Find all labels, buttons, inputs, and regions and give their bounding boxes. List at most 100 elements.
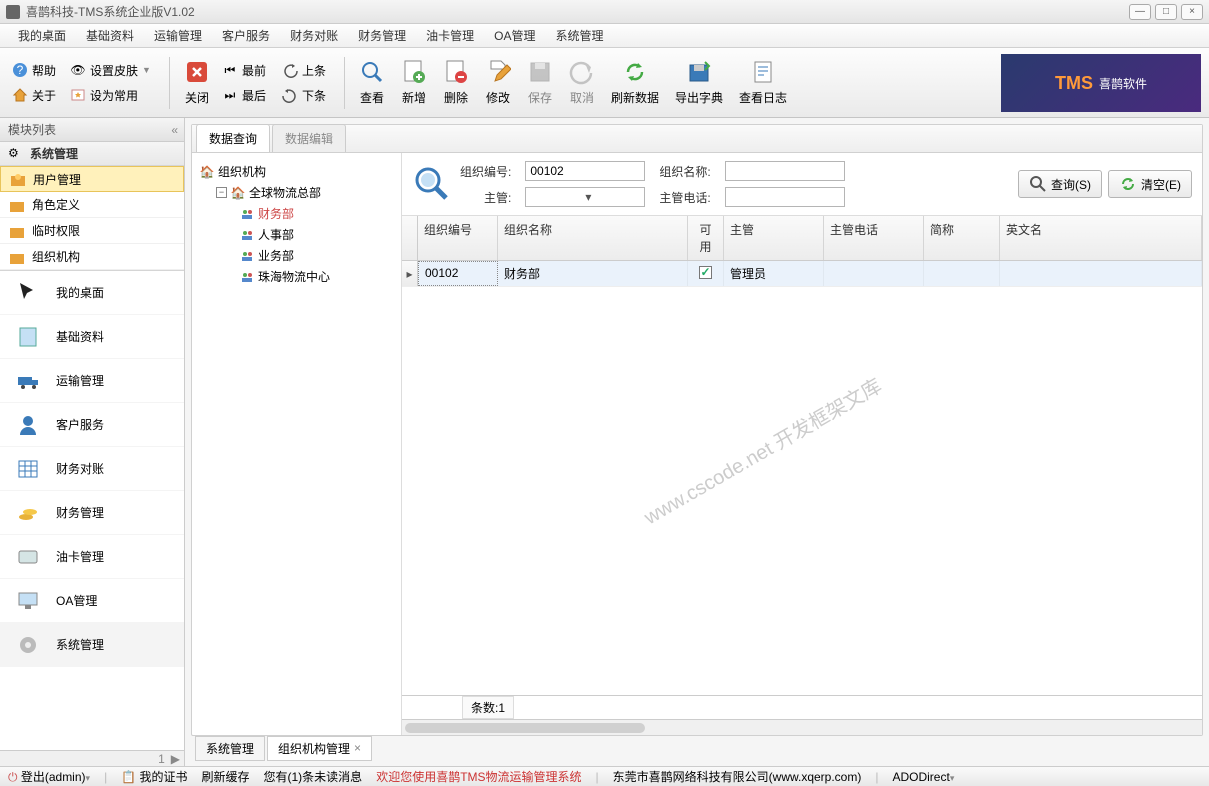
group-icon [240,249,254,263]
sidebar-item-org[interactable]: 组织机构 [0,244,184,270]
first-button[interactable]: ⏮最前 [218,60,270,81]
add-button[interactable]: 新增 [393,57,435,108]
log-button[interactable]: 查看日志 [731,57,795,108]
close-window-button[interactable]: × [1181,4,1203,20]
collapse-toggle[interactable]: − [216,187,227,198]
tree-node[interactable]: −🏠全球物流总部 [196,182,397,203]
cancel-icon [569,59,595,85]
sidebar: 模块列表« ⚙系统管理 用户管理 角色定义 临时权限 组织机构 我的桌面 基础资… [0,118,185,766]
close-button[interactable]: 关闭 [176,57,218,108]
close-tab-icon[interactable]: × [354,741,361,755]
home-small-icon: 🏠 [231,186,245,200]
save-icon [527,59,553,85]
search-button[interactable]: 查询(S) [1018,170,1102,198]
table-row[interactable]: ▸ 00102 财务部 ✓ 管理员 [402,261,1202,287]
sidebar-pager[interactable]: 1▶ [0,750,184,766]
db-driver[interactable]: ADODirect▾ [892,770,954,784]
nav-transport[interactable]: 运输管理 [0,359,184,403]
menu-item[interactable]: 客户服务 [212,25,280,46]
save-button[interactable]: 保存 [519,57,561,108]
h-scrollbar[interactable] [402,719,1202,735]
next-button[interactable]: 下条 [278,85,330,106]
org-name-label: 组织名称: [659,163,710,180]
about-button[interactable]: 关于 [8,85,60,106]
refresh-cache-button[interactable]: 刷新缓存 [202,768,250,785]
log-icon [750,59,776,85]
org-code-input[interactable] [525,161,645,181]
nav-system[interactable]: 系统管理 [0,623,184,667]
nav-finance[interactable]: 财务管理 [0,491,184,535]
tab-edit[interactable]: 数据编辑 [272,124,346,152]
col-header[interactable]: 简称 [924,216,1000,260]
prev-button[interactable]: 上条 [278,60,330,81]
minimize-button[interactable]: — [1129,4,1151,20]
delete-button[interactable]: 删除 [435,57,477,108]
separator [344,57,345,109]
gear-large-icon [16,633,40,657]
menu-item[interactable]: OA管理 [484,25,545,46]
sidebar-item-users[interactable]: 用户管理 [0,166,184,192]
sup-tel-label: 主管电话: [659,189,710,206]
edit-button[interactable]: 修改 [477,57,519,108]
menu-item[interactable]: 财务管理 [348,25,416,46]
cancel-button[interactable]: 取消 [561,57,603,108]
cell-code[interactable]: 00102 [418,261,498,286]
btab-system[interactable]: 系统管理 [195,736,265,761]
col-header[interactable]: 可用 [688,216,724,260]
view-button[interactable]: 查看 [351,57,393,108]
tab-query[interactable]: 数据查询 [196,124,270,152]
menu-item[interactable]: 运输管理 [144,25,212,46]
col-header[interactable]: 主管电话 [824,216,924,260]
sup-combo[interactable]: ▾ [525,187,645,207]
nav-basic[interactable]: 基础资料 [0,315,184,359]
tree-leaf-zhuhai[interactable]: 珠海物流中心 [196,266,397,287]
menu-item[interactable]: 我的桌面 [8,25,76,46]
home-icon [12,87,28,103]
nav-customer[interactable]: 客户服务 [0,403,184,447]
sidebar-item-roles[interactable]: 角色定义 [0,192,184,218]
org-name-input[interactable] [725,161,845,181]
col-header[interactable]: 组织编号 [418,216,498,260]
btab-org[interactable]: 组织机构管理× [267,736,372,761]
help-button[interactable]: ?帮助 [8,60,60,81]
menu-item[interactable]: 系统管理 [545,25,613,46]
col-header[interactable]: 组织名称 [498,216,688,260]
favorite-button[interactable]: 设为常用 [66,85,142,106]
col-header[interactable]: 英文名 [1000,216,1202,260]
brand-logo: TMS喜鹊软件 [1001,54,1201,112]
nav-oa[interactable]: OA管理 [0,579,184,623]
unread-msg[interactable]: 您有(1)条未读消息 [264,768,363,785]
sidebar-accordion[interactable]: ⚙系统管理 [0,142,184,166]
sup-tel-input[interactable] [725,187,845,207]
collapse-icon[interactable]: « [171,123,178,137]
cell-short [924,261,1000,286]
gear-icon: ⚙ [8,146,24,162]
export-button[interactable]: 导出字典 [667,57,731,108]
my-cert-button[interactable]: 📋 我的证书 [121,768,187,785]
status-bar: ⏻ 登出(admin)▾ | 📋 我的证书 刷新缓存 您有(1)条未读消息 欢迎… [0,766,1209,786]
tree-leaf-hr[interactable]: 人事部 [196,224,397,245]
checkbox-icon: ✓ [699,266,712,279]
cell-enabled[interactable]: ✓ [688,261,724,286]
last-button[interactable]: ⏭最后 [218,85,270,106]
tree-leaf-finance[interactable]: 财务部 [196,203,397,224]
tree-leaf-biz[interactable]: 业务部 [196,245,397,266]
menu-item[interactable]: 油卡管理 [416,25,484,46]
key-icon [8,222,26,240]
nav-desktop[interactable]: 我的桌面 [0,271,184,315]
col-header[interactable]: 主管 [724,216,824,260]
clear-button[interactable]: 清空(E) [1108,170,1192,198]
skin-button[interactable]: 👁设置皮肤▼ [66,60,155,81]
refresh-button[interactable]: 刷新数据 [603,57,667,108]
menu-item[interactable]: 财务对账 [280,25,348,46]
separator [169,57,170,109]
tree-root[interactable]: 🏠组织机构 [196,161,397,182]
maximize-button[interactable]: □ [1155,4,1177,20]
menu-item[interactable]: 基础资料 [76,25,144,46]
sidebar-item-temp-auth[interactable]: 临时权限 [0,218,184,244]
add-icon [401,59,427,85]
logout-button[interactable]: ⏻ 登出(admin)▾ [8,768,90,785]
nav-fuel[interactable]: 油卡管理 [0,535,184,579]
star-icon [70,87,86,103]
nav-accounting[interactable]: 财务对账 [0,447,184,491]
